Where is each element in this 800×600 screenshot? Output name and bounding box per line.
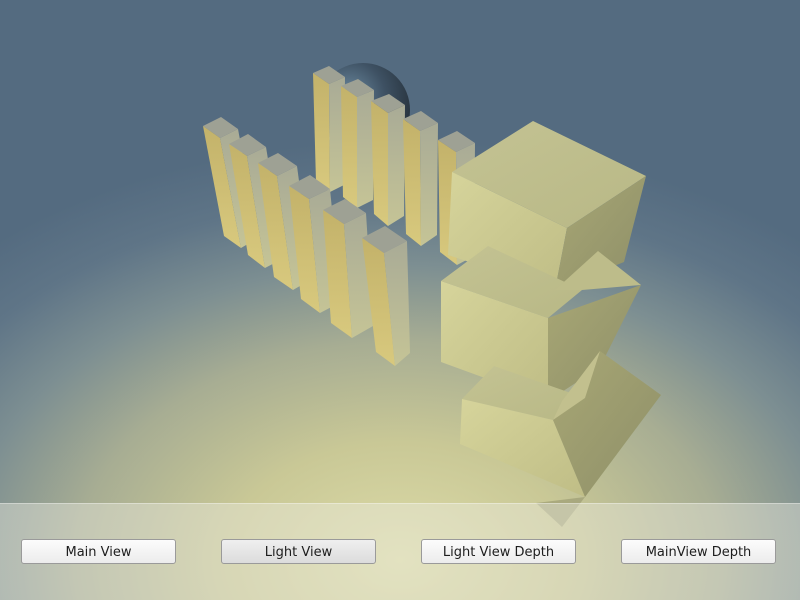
pillar-back-4 bbox=[403, 111, 438, 246]
scene-viewport[interactable]: Main View Light View Light View Depth Ma… bbox=[0, 0, 800, 600]
pillar-back-2 bbox=[341, 79, 374, 208]
pillar-back-3 bbox=[371, 94, 405, 226]
main-view-depth-button[interactable]: MainView Depth bbox=[621, 539, 776, 564]
light-view-depth-button[interactable]: Light View Depth bbox=[421, 539, 576, 564]
main-view-button[interactable]: Main View bbox=[21, 539, 176, 564]
view-toolbar: Main View Light View Light View Depth Ma… bbox=[0, 503, 800, 600]
pillar-front-5 bbox=[323, 199, 373, 338]
pillar-front-6 bbox=[362, 226, 410, 366]
light-view-button[interactable]: Light View bbox=[221, 539, 376, 564]
pillar-back-1 bbox=[313, 66, 345, 192]
